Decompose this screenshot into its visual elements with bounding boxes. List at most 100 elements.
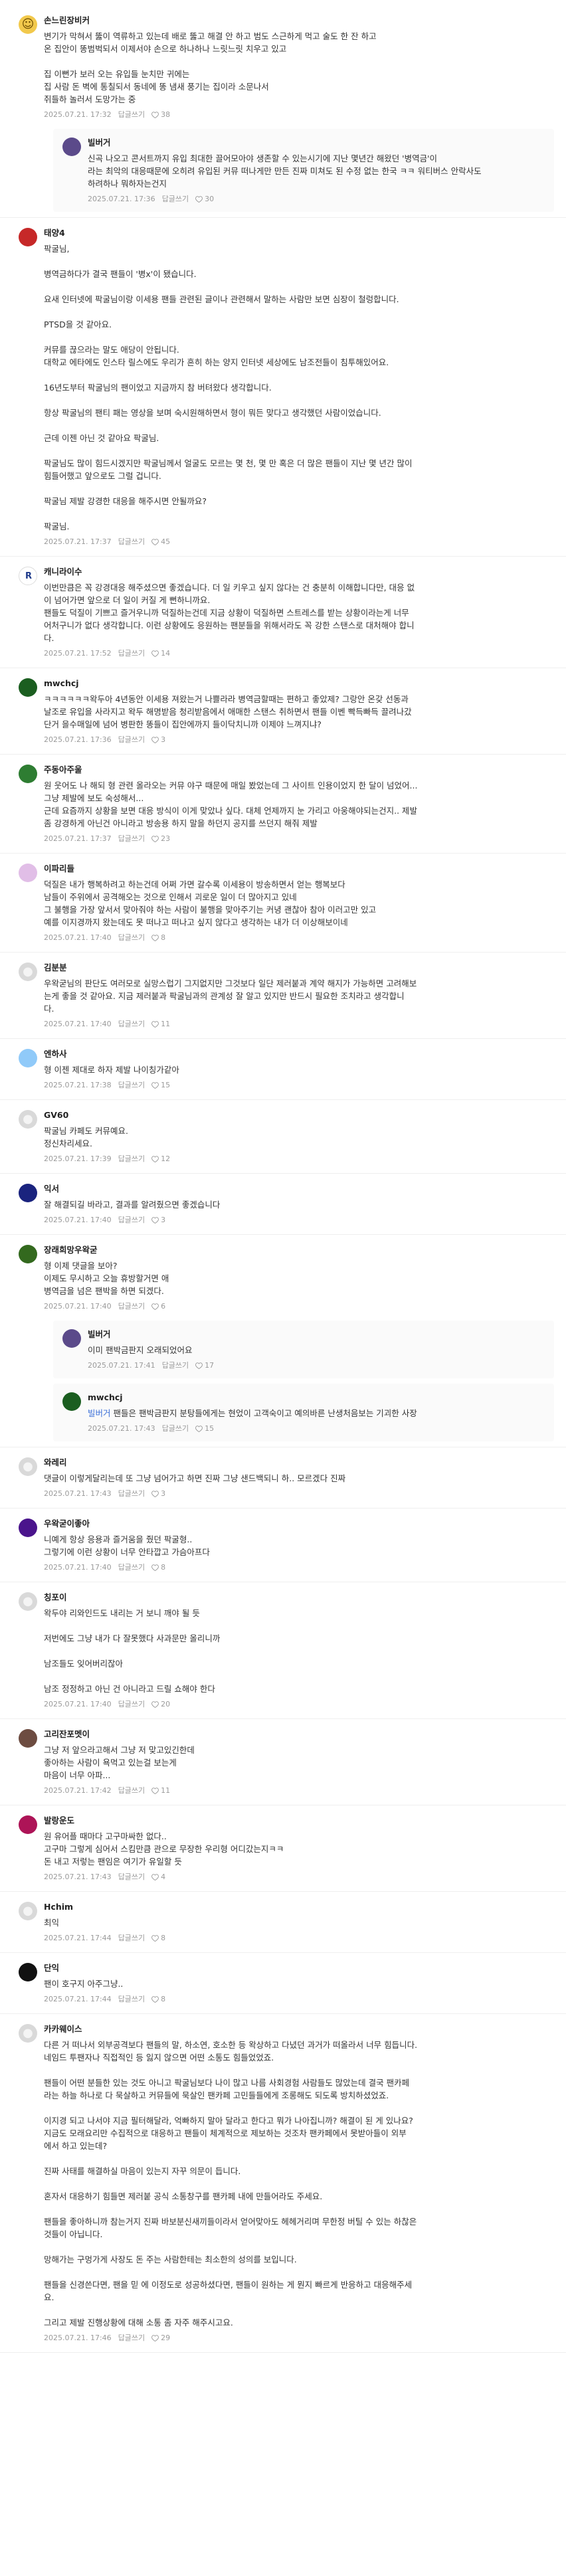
avatar[interactable] (19, 1815, 37, 1834)
author-name[interactable]: Hchim (44, 1902, 73, 1912)
avatar[interactable] (19, 1049, 37, 1067)
author-name[interactable]: 단익 (44, 1963, 59, 1973)
author-name[interactable]: 발랑운도 (44, 1815, 74, 1825)
author-name[interactable]: 칭포이 (44, 1592, 67, 1602)
reply-button[interactable]: 답글쓰기 (118, 537, 145, 547)
like-button[interactable]: 3 (151, 735, 172, 745)
reply-button[interactable]: 답글쓰기 (118, 1081, 145, 1090)
comment-author[interactable]: Hchim (44, 1901, 554, 1913)
reply-button[interactable]: 답글쓰기 (118, 834, 145, 844)
avatar[interactable]: ● (19, 963, 37, 981)
avatar[interactable]: ● (19, 1902, 37, 1920)
author-name[interactable]: 캐니라이수 (44, 567, 82, 577)
comment-author[interactable]: 단익 (44, 1962, 554, 1974)
author-name[interactable]: 손느린장비커 (44, 15, 90, 25)
author-name[interactable]: 우왁굳이좋아 (44, 1518, 90, 1528)
reply-button[interactable]: 답글쓰기 (118, 1489, 145, 1499)
comment-author[interactable]: 고리잔포멧이 (44, 1728, 554, 1740)
avatar[interactable] (19, 765, 37, 783)
author-name[interactable]: 태양4 (44, 228, 65, 238)
author-name[interactable]: 김분분 (44, 963, 67, 972)
mention-link[interactable]: 빌버거 (88, 1408, 111, 1418)
reply-button[interactable]: 답글쓰기 (162, 1361, 189, 1370)
author-name[interactable]: mwchcj (88, 1392, 123, 1402)
like-button[interactable]: 23 (151, 834, 177, 844)
like-button[interactable]: 3 (151, 1216, 172, 1225)
comment-author[interactable]: 와레리 (44, 1457, 554, 1469)
reply-button[interactable]: 답글쓰기 (118, 1786, 145, 1795)
avatar[interactable] (19, 1963, 37, 1981)
avatar[interactable]: ● (19, 2024, 37, 2043)
avatar[interactable] (19, 1184, 37, 1202)
avatar[interactable] (62, 1392, 81, 1411)
like-button[interactable]: 29 (151, 2334, 177, 2343)
reply-button[interactable]: 답글쓰기 (162, 1424, 189, 1433)
like-button[interactable]: 45 (151, 537, 177, 547)
avatar[interactable] (19, 228, 37, 246)
avatar[interactable]: ● (19, 1110, 37, 1129)
comment-author[interactable]: 손느린장비커 (44, 15, 554, 27)
avatar[interactable] (62, 138, 81, 156)
author-name[interactable]: 빌버거 (88, 138, 111, 147)
avatar[interactable]: R (19, 567, 37, 585)
like-button[interactable]: 38 (151, 110, 177, 120)
comment-author[interactable]: 카카웨이스 (44, 2023, 554, 2035)
like-button[interactable]: 8 (151, 933, 172, 943)
comment-author[interactable]: 주동아주울 (44, 764, 554, 776)
avatar[interactable] (19, 864, 37, 882)
like-button[interactable]: 12 (151, 1154, 177, 1164)
author-name[interactable]: 엔하사 (44, 1049, 67, 1059)
author-name[interactable]: 와레리 (44, 1457, 67, 1467)
comment-author[interactable]: 김분분 (44, 962, 554, 974)
reply-button[interactable]: 답글쓰기 (118, 2334, 145, 2343)
author-name[interactable]: 장래희망우왁굳 (44, 1245, 98, 1255)
author-name[interactable]: 익서 (44, 1184, 59, 1194)
author-name[interactable]: GV60 (44, 1110, 68, 1120)
like-button[interactable]: 15 (151, 1081, 177, 1090)
like-button[interactable]: 14 (151, 649, 177, 658)
reply-button[interactable]: 답글쓰기 (118, 1995, 145, 2004)
like-button[interactable]: 4 (151, 1873, 172, 1882)
reply-button[interactable]: 답글쓰기 (118, 1302, 145, 1311)
reply-button[interactable]: 답글쓰기 (118, 1873, 145, 1882)
author-name[interactable]: 카카웨이스 (44, 2024, 82, 2034)
avatar[interactable]: ☺ (19, 15, 37, 34)
author-name[interactable]: 이파리들 (44, 864, 74, 874)
comment-author[interactable]: 익서 (44, 1183, 554, 1195)
avatar[interactable] (62, 1329, 81, 1348)
like-button[interactable]: 3 (151, 1489, 172, 1499)
comment-author[interactable]: 발랑운도 (44, 1815, 554, 1827)
comment-author[interactable]: GV60 (44, 1109, 554, 1121)
reply-button[interactable]: 답글쓰기 (118, 933, 145, 943)
avatar[interactable] (19, 678, 37, 697)
author-name[interactable]: 고리잔포멧이 (44, 1729, 90, 1739)
comment-author[interactable]: 이파리들 (44, 863, 554, 875)
comment-author[interactable]: 빌버거 (88, 1329, 545, 1340)
avatar[interactable] (19, 1729, 37, 1748)
reply-button[interactable]: 답글쓰기 (118, 1216, 145, 1225)
comment-author[interactable]: 엔하사 (44, 1048, 554, 1060)
like-button[interactable]: 6 (151, 1302, 172, 1311)
reply-button[interactable]: 답글쓰기 (118, 1934, 145, 1943)
author-name[interactable]: 주동아주울 (44, 765, 82, 775)
comment-author[interactable]: 우왁굳이좋아 (44, 1518, 554, 1530)
avatar[interactable] (19, 1245, 37, 1263)
author-name[interactable]: 빌버거 (88, 1329, 111, 1339)
reply-button[interactable]: 답글쓰기 (118, 1020, 145, 1029)
comment-author[interactable]: 장래희망우왁굳 (44, 1244, 554, 1256)
avatar[interactable]: ● (19, 1592, 37, 1611)
like-button[interactable]: 8 (151, 1563, 172, 1572)
comment-author[interactable]: 칭포이 (44, 1592, 554, 1604)
reply-button[interactable]: 답글쓰기 (118, 1700, 145, 1709)
author-name[interactable]: mwchcj (44, 678, 79, 688)
comment-author[interactable]: mwchcj (44, 678, 554, 690)
like-button[interactable]: 8 (151, 1934, 172, 1943)
comment-author[interactable]: 빌버거 (88, 137, 545, 149)
comment-author[interactable]: 캐니라이수 (44, 566, 554, 578)
reply-button[interactable]: 답글쓰기 (162, 195, 189, 204)
comment-author[interactable]: 태양4 (44, 227, 554, 239)
comment-author[interactable]: mwchcj (88, 1392, 545, 1404)
like-button[interactable]: 20 (151, 1700, 177, 1709)
like-button[interactable]: 11 (151, 1786, 177, 1795)
reply-button[interactable]: 답글쓰기 (118, 649, 145, 658)
